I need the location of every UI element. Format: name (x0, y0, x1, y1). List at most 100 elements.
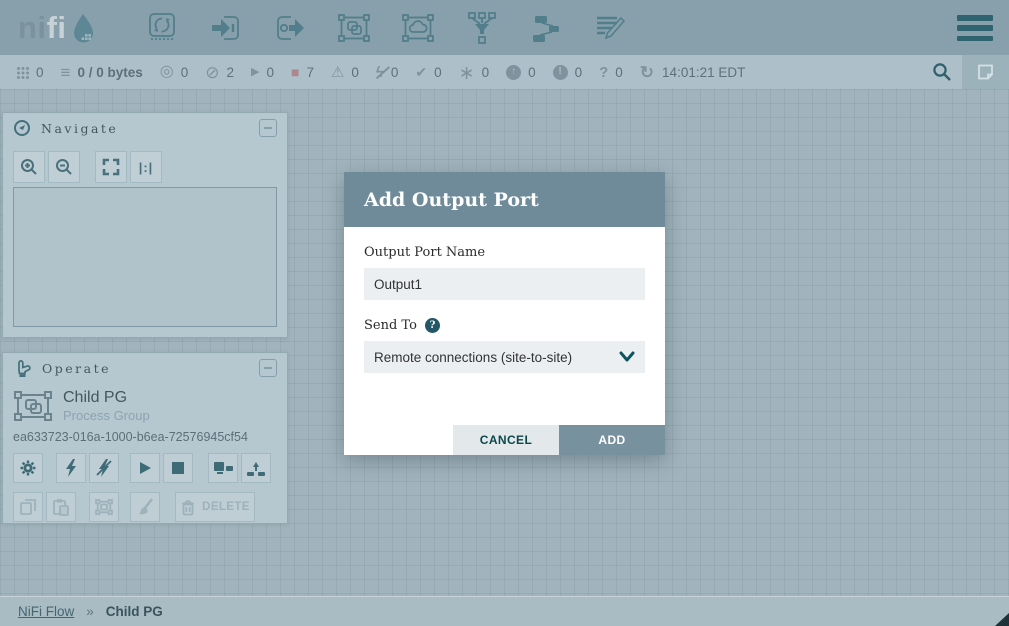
fill-color-button[interactable] (130, 492, 160, 522)
component-id: ea633723-016a-1000-b6ea-72576945cf54 (13, 430, 277, 444)
bulletin-panel-button[interactable] (962, 55, 1009, 89)
search-button[interactable] (922, 55, 962, 89)
group-icon (94, 498, 114, 516)
upload-template-button[interactable] (241, 453, 271, 483)
status-disabled: ϟ 0 (376, 65, 398, 80)
component-type: Process Group (63, 408, 150, 423)
output-port-icon[interactable] (271, 7, 309, 49)
cancel-button[interactable]: CANCEL (453, 425, 559, 455)
send-to-label-row: Send To ? (364, 318, 645, 333)
hamburger-bar (957, 25, 993, 31)
upload-template-icon (245, 458, 267, 478)
status-locally-modified-stale: ! 0 (553, 65, 583, 80)
zoom-in-button[interactable] (13, 151, 45, 183)
add-output-port-dialog: Add Output Port Output Port Name Send To… (344, 172, 665, 455)
processor-icon[interactable] (143, 7, 181, 49)
navigate-panel: Navigate |:| (2, 112, 288, 338)
navigate-collapse-button[interactable] (259, 119, 277, 137)
nifi-logo: nifi (18, 12, 97, 44)
dialog-title: Add Output Port (364, 189, 539, 211)
up-to-date-icon: ✔ (415, 65, 427, 79)
component-name: Child PG (63, 388, 150, 408)
zoom-fit-button[interactable] (95, 151, 127, 183)
process-group-icon[interactable] (335, 7, 373, 49)
status-not-transmitting: ⊘ 2 (205, 64, 234, 81)
input-port-icon[interactable] (207, 7, 245, 49)
component-toolbar (143, 7, 629, 49)
stop-icon (171, 461, 185, 475)
selected-component-card: Child PG Process Group (13, 388, 277, 423)
remote-process-group-icon[interactable] (399, 7, 437, 49)
dialog-body: Output Port Name Send To ? Remote connec… (344, 227, 665, 373)
nifi-droplet-icon (70, 12, 97, 44)
birdseye-view[interactable] (13, 187, 277, 327)
zoom-actual-size-button[interactable]: |:| (130, 151, 162, 183)
paste-button[interactable] (46, 492, 76, 522)
navigate-tools: |:| (13, 151, 287, 183)
status-counters: 0 ≡ 0 / 0 bytes ◎ 0 ⊘ 2 ▶ 0 ■ 7 ⚠ 0 ϟ 0 (16, 62, 922, 83)
running-icon: ▶ (251, 67, 259, 78)
send-to-select[interactable]: Remote connections (site-to-site) (364, 341, 645, 373)
send-to-label: Send To (364, 318, 417, 333)
copy-button[interactable] (13, 492, 43, 522)
sync-failure-icon: ? (599, 65, 608, 80)
paste-icon (51, 497, 71, 517)
breadcrumb-root-link[interactable]: NiFi Flow (18, 604, 74, 619)
status-locally-modified: ∗ 0 (459, 62, 489, 83)
help-icon[interactable]: ? (425, 318, 440, 333)
status-invalid: ⚠ 0 (331, 65, 359, 80)
delete-label: DELETE (202, 501, 250, 513)
status-sync-failure: ? 0 (599, 65, 623, 80)
label-icon[interactable] (591, 7, 629, 49)
stale-icon: ↑ (506, 65, 521, 80)
global-menu-button[interactable] (957, 15, 993, 41)
crossed-lightning-icon (94, 458, 114, 478)
status-running: ▶ 0 (251, 65, 274, 80)
gear-icon (18, 458, 38, 478)
chevron-down-icon (619, 351, 635, 363)
status-stopped: ■ 7 (291, 65, 314, 80)
group-button[interactable] (89, 492, 119, 522)
locally-modified-stale-icon: ! (553, 65, 568, 80)
search-icon (931, 61, 953, 83)
statusbar-right (922, 55, 1009, 89)
funnel-icon[interactable] (463, 7, 501, 49)
save-template-icon (212, 459, 234, 477)
create-template-button[interactable] (208, 453, 238, 483)
one-to-one-icon: |:| (139, 160, 154, 175)
refresh-status[interactable]: ↻ 14:01:21 EDT (640, 64, 746, 81)
add-button[interactable]: ADD (559, 425, 665, 455)
active-threads-icon (16, 66, 29, 79)
status-stale: ↑ 0 (506, 65, 536, 80)
delete-button[interactable]: DELETE (175, 492, 255, 522)
operate-collapse-button[interactable] (259, 359, 277, 377)
send-to-selected-value: Remote connections (site-to-site) (374, 350, 572, 365)
invalid-icon: ⚠ (331, 65, 344, 80)
trash-icon (180, 499, 196, 516)
zoom-out-button[interactable] (48, 151, 80, 183)
hamburger-bar (957, 15, 993, 21)
navigate-title: Navigate (41, 121, 118, 136)
last-refresh-time: 14:01:21 EDT (662, 65, 745, 80)
transmitting-icon: ◎ (160, 64, 174, 80)
compass-icon (13, 119, 31, 137)
start-button[interactable] (130, 453, 160, 483)
output-port-name-input[interactable] (364, 268, 645, 300)
template-icon[interactable] (527, 7, 565, 49)
disable-button[interactable] (89, 453, 119, 483)
operate-actions-row-2: DELETE (13, 492, 277, 522)
navigate-header: Navigate (3, 113, 287, 143)
enable-button[interactable] (56, 453, 86, 483)
operate-actions-row-1 (13, 453, 277, 483)
refresh-icon: ↻ (640, 64, 654, 81)
operate-title: Operate (42, 361, 111, 376)
play-icon (137, 460, 153, 476)
configure-button[interactable] (13, 453, 43, 483)
copy-icon (18, 497, 38, 517)
stop-button[interactable] (163, 453, 193, 483)
breadcrumb-separator: » (86, 604, 94, 619)
stopped-icon: ■ (291, 65, 299, 79)
dialog-header: Add Output Port (344, 172, 665, 227)
locally-modified-icon: ∗ (459, 64, 475, 83)
note-icon (975, 62, 996, 83)
